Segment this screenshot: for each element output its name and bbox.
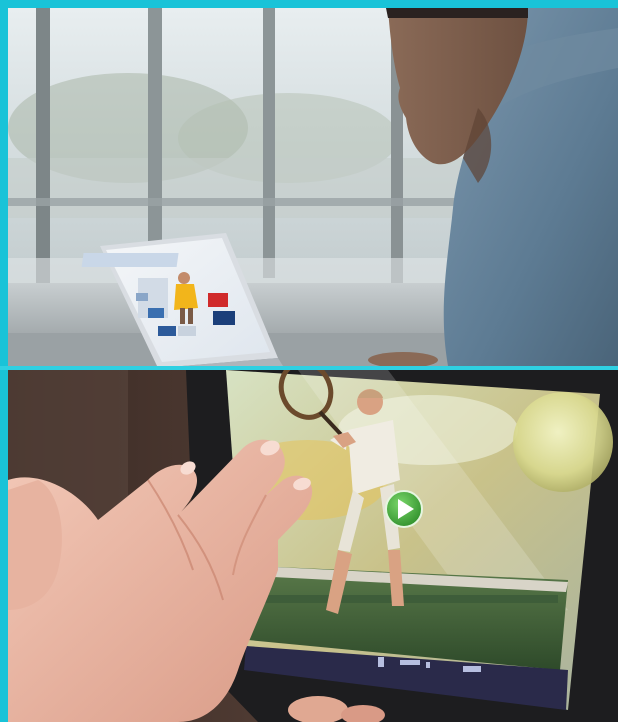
bottom-photo-panel — [8, 370, 618, 722]
play-button[interactable] — [385, 490, 423, 528]
hand-tablet-photo — [8, 370, 618, 722]
top-photo-panel — [8, 8, 618, 366]
pause-icon[interactable] — [378, 657, 384, 667]
man-at-laptop-photo — [8, 8, 618, 366]
volume-icon[interactable] — [426, 662, 430, 668]
menu-icon[interactable] — [463, 666, 481, 672]
progress-bar[interactable] — [400, 660, 420, 665]
